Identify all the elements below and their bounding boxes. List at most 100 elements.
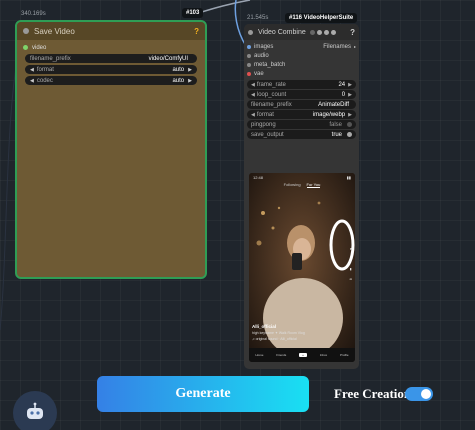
widget-label: codec xyxy=(36,77,53,84)
vae-input-slot[interactable]: vae xyxy=(244,69,359,78)
nav-home: Home xyxy=(255,353,264,357)
input-slot-dot-icon xyxy=(23,45,28,50)
assistant-bot-button[interactable] xyxy=(13,391,57,430)
save-video-title: Save Video xyxy=(34,26,75,36)
preview-sound: ♫ original sound · Alli_official xyxy=(252,337,297,341)
slot-label: vae xyxy=(254,70,264,77)
preview-username: Alli_official xyxy=(252,324,277,329)
widget-value: true xyxy=(331,131,342,138)
help-icon[interactable]: ? xyxy=(194,27,199,36)
option-dot-icon[interactable] xyxy=(323,29,329,35)
arrow-right-icon[interactable]: ▶ xyxy=(188,78,192,84)
save-node-id-badge: #103 xyxy=(182,8,204,18)
video-input-slot[interactable]: video xyxy=(17,43,205,52)
combine-node-id-badge: #116 VideoHelperSuite xyxy=(285,13,358,23)
audio-input-slot[interactable]: audio xyxy=(244,51,359,60)
pingpong-toggle[interactable]: pingpong false xyxy=(247,120,356,129)
input-slot-dot-icon xyxy=(247,62,251,67)
widget-label: loop_count xyxy=(256,91,287,98)
filename-prefix-widget[interactable]: filename_prefix video/ComfyUI xyxy=(25,54,197,63)
slot-label: meta_batch xyxy=(254,61,286,68)
preview-caption: high keyframe ✦ Walk Room Vlog xyxy=(252,331,305,335)
widget-label: pingpong xyxy=(251,121,276,128)
filenames-output-label: Filenames xyxy=(323,43,351,50)
save-output-toggle[interactable]: save_output true xyxy=(247,130,356,139)
arrow-right-icon[interactable]: ▶ xyxy=(348,112,352,118)
format-widget[interactable]: ◀ format image/webp ▶ xyxy=(247,110,356,119)
widget-value: video/ComfyUI xyxy=(148,55,188,62)
bookmark-icon: ▮ xyxy=(349,267,352,271)
nav-inbox: Inbox xyxy=(319,353,328,357)
phone-feed-tabs[interactable]: Following For You xyxy=(249,182,355,188)
loop-count-widget[interactable]: ◀ loop_count 0 ▶ xyxy=(247,90,356,99)
free-creation-label: Free Creation xyxy=(334,386,412,401)
widget-value: 24 xyxy=(338,81,346,88)
toggle-knob xyxy=(421,389,431,399)
video-preview[interactable]: 12:48 ▮▮ Following For You ♥ ● ▮ ➦ Alli_… xyxy=(249,173,355,362)
video-input-label: video xyxy=(32,44,47,51)
toggle-off-icon[interactable] xyxy=(347,122,352,127)
widget-label: filename_prefix xyxy=(251,101,292,108)
option-dot-icon[interactable] xyxy=(316,29,322,35)
input-slot-dot-icon xyxy=(247,71,251,76)
widget-value: 0 xyxy=(341,91,346,98)
frame-rate-widget[interactable]: ◀ frame_rate 24 ▶ xyxy=(247,80,356,89)
widget-label: filename_prefix xyxy=(30,55,71,62)
collapse-dot-icon[interactable] xyxy=(23,28,29,34)
widget-label: format xyxy=(256,111,274,118)
format-widget[interactable]: ◀ format auto ▶ xyxy=(25,65,197,74)
heart-icon: ♥ xyxy=(349,247,352,251)
slot-label: audio xyxy=(254,52,269,59)
arrow-right-icon[interactable]: ▶ xyxy=(348,92,352,98)
save-video-titlebar[interactable]: Save Video ? xyxy=(17,22,205,40)
meta-batch-input-slot[interactable]: meta_batch xyxy=(244,60,359,69)
battery-icon: ▮▮ xyxy=(346,175,351,180)
status-time: 12:48 xyxy=(253,175,264,180)
widget-value: auto xyxy=(172,66,185,73)
arrow-left-icon[interactable]: ◀ xyxy=(30,78,34,84)
combine-node-exec-time: 21.545s xyxy=(247,15,269,21)
phone-bottom-nav: Home Friends + Inbox Profile xyxy=(249,348,355,362)
lock-icon[interactable] xyxy=(309,29,315,35)
video-combine-titlebar[interactable]: Video Combine ? xyxy=(244,24,359,40)
widget-value: auto xyxy=(172,77,185,84)
phone-status-bar: 12:48 ▮▮ xyxy=(249,175,355,180)
generate-button[interactable]: Generate xyxy=(97,376,309,412)
robot-icon xyxy=(27,402,43,419)
widget-label: format xyxy=(36,66,54,73)
toggle-on-icon[interactable] xyxy=(347,132,352,137)
images-input-slot[interactable]: images Filenames ▸ xyxy=(244,42,359,51)
video-combine-title: Video Combine xyxy=(258,28,306,36)
collapse-dot-icon[interactable] xyxy=(248,29,253,35)
option-dot-icon[interactable] xyxy=(330,29,336,35)
input-slot-dot-icon xyxy=(247,53,251,58)
help-icon[interactable]: ? xyxy=(350,28,355,37)
arrow-left-icon[interactable]: ◀ xyxy=(251,92,255,98)
arrow-left-icon[interactable]: ◀ xyxy=(251,112,255,118)
free-creation-toggle[interactable] xyxy=(405,387,433,401)
nav-friends: Friends xyxy=(276,353,287,357)
save-node-exec-time: 340.169s xyxy=(21,11,46,17)
output-slot-icon[interactable]: ▸ xyxy=(354,44,356,49)
codec-widget[interactable]: ◀ codec auto ▶ xyxy=(25,76,197,85)
phone-side-actions: ♥ ● ▮ ➦ xyxy=(349,247,352,281)
nav-create: + xyxy=(299,353,307,357)
tab-for-you[interactable]: For You xyxy=(306,182,321,188)
input-slot-dot-icon xyxy=(247,44,251,49)
widget-value: false xyxy=(329,121,342,128)
widget-label: save_output xyxy=(251,131,284,138)
arrow-left-icon[interactable]: ◀ xyxy=(30,67,34,73)
widget-label: frame_rate xyxy=(256,81,286,88)
widget-value: image/webp xyxy=(312,111,346,118)
arrow-right-icon[interactable]: ▶ xyxy=(188,67,192,73)
arrow-left-icon[interactable]: ◀ xyxy=(251,82,255,88)
tab-following[interactable]: Following xyxy=(284,182,301,188)
nav-profile: Profile xyxy=(340,353,349,357)
slot-label: images xyxy=(254,43,274,50)
share-icon: ➦ xyxy=(349,277,352,281)
arrow-right-icon[interactable]: ▶ xyxy=(348,82,352,88)
comment-icon: ● xyxy=(349,257,352,261)
save-video-node[interactable]: Save Video ? video filename_prefix video… xyxy=(15,20,207,279)
filename-prefix-widget[interactable]: filename_prefix AnimateDiff xyxy=(247,100,356,109)
widget-value: AnimateDiff xyxy=(318,101,349,108)
